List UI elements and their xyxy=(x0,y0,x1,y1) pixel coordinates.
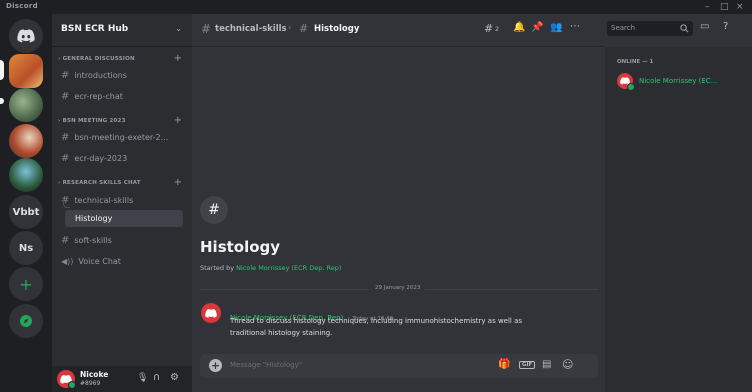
online-header: ONLINE — 1 xyxy=(617,59,654,65)
user-panel: Nicoke #8969 🎙 ∩ ⚙ xyxy=(52,366,192,392)
emoji-icon[interactable]: ☺ xyxy=(562,358,573,371)
gear-icon[interactable]: ⚙ xyxy=(170,372,179,383)
thread-icon: # xyxy=(299,22,309,35)
category-bsn-meeting-2023[interactable]: › BSN MEETING 2023 xyxy=(58,118,126,124)
channel-introductions[interactable]: # introductions xyxy=(61,69,127,81)
channel-sidebar: BSN ECR Hub ⌄ › GENERAL DISCUSSION + # in… xyxy=(52,14,192,392)
add-channel-icon[interactable]: + xyxy=(174,54,182,64)
message-text-line-1: Thread to discuss histology techniques, … xyxy=(230,317,523,325)
text-channel-icon: # xyxy=(201,22,212,36)
channel-soft-skills[interactable]: # soft-skills xyxy=(61,234,112,246)
channel-technical-skills[interactable]: # technical-skills xyxy=(61,194,133,206)
online-status-icon xyxy=(68,381,76,389)
server-ns[interactable]: Ns xyxy=(9,231,43,265)
channel-header: # technical-skills › # Histology # 2 🔔 📌… xyxy=(192,14,605,47)
gift-icon[interactable]: 🎁 xyxy=(498,359,510,370)
server-label: Vbbt xyxy=(12,206,40,218)
threads-count: 2 xyxy=(495,25,500,33)
add-channel-icon[interactable]: + xyxy=(174,178,182,188)
guild-header[interactable]: BSN ECR Hub ⌄ xyxy=(52,14,192,47)
help-icon[interactable]: ? xyxy=(723,20,728,34)
pin-icon[interactable]: 📌 xyxy=(531,22,543,33)
forum-channel-icon: # xyxy=(61,131,70,143)
thread-view: # Histology Started by Nicole Morrissey … xyxy=(192,47,605,392)
text-channel-icon: # xyxy=(61,90,70,102)
server-rail: Vbbt Ns + xyxy=(0,14,52,392)
threads-icon[interactable]: # xyxy=(484,22,493,35)
channel-ecr-day-2023[interactable]: # ecr-day-2023 xyxy=(61,152,127,164)
close-icon[interactable]: × xyxy=(736,1,744,13)
thread-title: Histology xyxy=(200,238,281,256)
server-image-2[interactable] xyxy=(9,88,43,122)
add-server-button[interactable]: + xyxy=(9,267,43,301)
member-name: Nicole Morrissey (EC... xyxy=(639,77,718,85)
text-channel-icon: # xyxy=(61,152,70,164)
server-vbbt[interactable]: Vbbt xyxy=(9,195,43,229)
maximize-icon[interactable]: □ xyxy=(720,1,729,13)
thread-header-icon: # xyxy=(200,196,228,224)
online-status-icon xyxy=(627,83,635,91)
search-placeholder: Search xyxy=(611,24,636,32)
server-image-4[interactable] xyxy=(9,158,43,192)
unread-pill xyxy=(0,98,4,104)
speaker-icon: ◀)) xyxy=(61,256,74,266)
channel-bsn-meeting-exeter[interactable]: # bsn-meeting-exeter-2... xyxy=(61,131,168,143)
more-options-icon[interactable]: ⋯ xyxy=(570,21,580,32)
text-channel-icon: # xyxy=(61,234,70,246)
member-list: ONLINE — 1 Nicole Morrissey (EC... xyxy=(605,47,752,392)
server-image-3[interactable] xyxy=(9,124,43,158)
category-general-discussion[interactable]: › GENERAL DISCUSSION xyxy=(58,56,135,62)
bell-icon[interactable]: 🔔 xyxy=(513,22,525,33)
minimize-icon[interactable]: – xyxy=(705,1,710,13)
category-research-skills-chat[interactable]: › RESEARCH SKILLS CHAT xyxy=(58,180,141,186)
channel-voice-chat[interactable]: ◀)) Voice Chat xyxy=(61,255,121,267)
date-divider-label: 29 January 2023 xyxy=(370,285,426,291)
plus-icon: + xyxy=(19,274,33,294)
chevron-right-icon: › xyxy=(288,23,292,32)
username: Nicoke xyxy=(80,370,109,379)
member-list-icon[interactable]: 👥 xyxy=(550,22,562,33)
headphones-icon[interactable]: ∩ xyxy=(153,372,160,383)
server-label: Ns xyxy=(18,242,34,254)
compass-icon xyxy=(20,315,32,327)
selected-server-pill xyxy=(0,60,4,80)
chevron-down-icon[interactable]: ⌄ xyxy=(175,24,182,33)
starter-name[interactable]: Nicole Morrissey (ECR Dep. Rep) xyxy=(236,264,341,272)
app-title: Discord xyxy=(6,2,38,10)
thread-branch-line xyxy=(63,197,70,208)
message-avatar[interactable] xyxy=(201,303,221,323)
gif-icon[interactable]: GIF xyxy=(519,361,536,369)
inbox-icon[interactable]: ▭ xyxy=(700,20,709,34)
search-icon xyxy=(680,24,689,33)
microphone-icon[interactable]: 🎙 xyxy=(137,373,148,383)
user-tag: #8969 xyxy=(80,380,101,387)
search-input[interactable]: Search xyxy=(607,21,693,36)
server-bsn-ecr-hub[interactable] xyxy=(9,54,43,88)
text-channel-icon: # xyxy=(61,69,70,81)
thread-label: Histology xyxy=(75,214,113,223)
discord-home-icon[interactable] xyxy=(9,19,43,53)
message-input[interactable]: Message "Histology" xyxy=(230,361,302,369)
channel-ecr-rep-chat[interactable]: # ecr-rep-chat xyxy=(61,90,123,102)
parent-channel-name[interactable]: technical-skills xyxy=(215,24,287,34)
guild-name: BSN ECR Hub xyxy=(61,24,129,34)
attach-plus-icon[interactable]: + xyxy=(209,359,222,372)
message-composer: + Message "Histology" 🎁 GIF ▤ ☺ xyxy=(200,354,598,378)
message-text-line-2: traditional histology staining. xyxy=(230,329,333,337)
explore-servers-button[interactable] xyxy=(9,304,43,338)
thread-histology[interactable]: Histology xyxy=(65,210,183,227)
title-bar: Discord – □ × xyxy=(0,0,752,14)
add-channel-icon[interactable]: + xyxy=(174,116,182,126)
thread-started-by: Started by Nicole Morrissey (ECR Dep. Re… xyxy=(200,264,342,272)
thread-name: Histology xyxy=(314,24,360,34)
sticker-icon[interactable]: ▤ xyxy=(542,359,551,370)
member-item[interactable]: Nicole Morrissey (EC... xyxy=(617,73,745,91)
